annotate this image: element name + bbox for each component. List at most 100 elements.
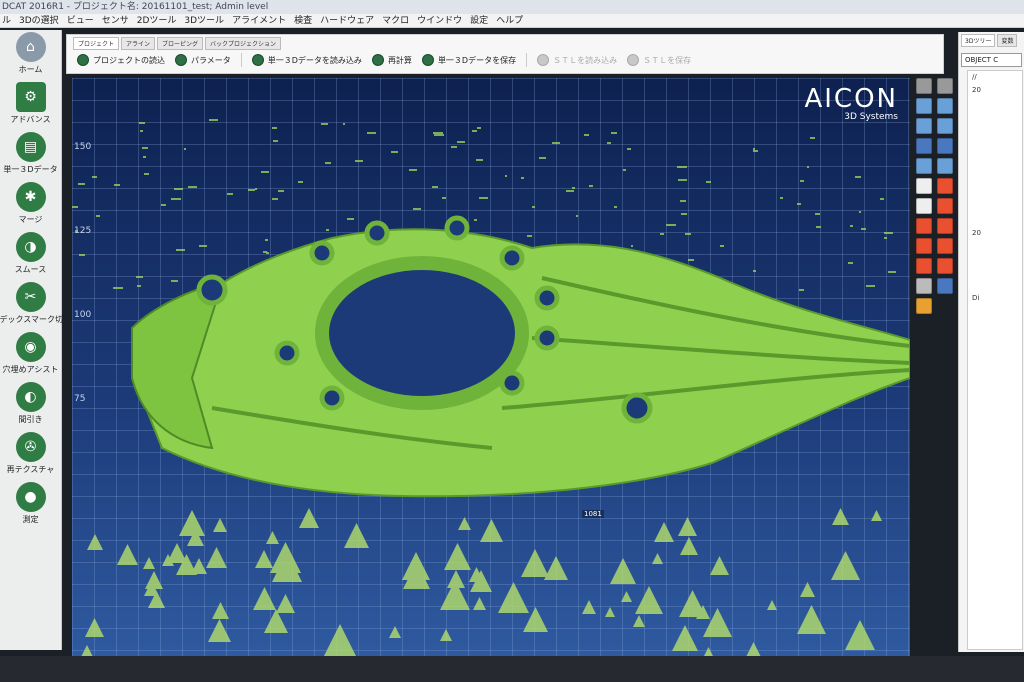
sidebar-item[interactable]: ● 測定 [0, 480, 61, 530]
sidebar-item[interactable]: ⚙ アドバンス [0, 80, 61, 130]
cube-top-icon[interactable] [916, 118, 932, 134]
right-panel-tab[interactable]: 3Dツリー [961, 34, 996, 47]
sidebar-item[interactable]: ✇ 再テクスチャ [0, 430, 61, 480]
object-search-field[interactable]: OBJECT C [961, 53, 1022, 67]
grid-icon[interactable] [937, 278, 953, 294]
toolbar-button[interactable]: プロジェクトの読込 [77, 54, 165, 66]
shade-icon[interactable] [916, 158, 932, 174]
scan-point [539, 157, 546, 159]
remove-icon[interactable] [937, 218, 953, 234]
collapse-red-icon[interactable] [937, 238, 953, 254]
mesh-fragment [458, 517, 471, 530]
toolbar-button[interactable]: 単一３Dデータを保存 [421, 54, 516, 66]
scan-point [623, 169, 626, 171]
scan-point [614, 206, 617, 208]
ellipse-icon[interactable] [916, 258, 932, 274]
tree-node[interactable] [968, 201, 1022, 214]
select-tri-icon[interactable] [937, 198, 953, 214]
ribbon-tab[interactable]: プロジェクト [73, 37, 120, 50]
scan-point [680, 200, 686, 202]
select-fill-icon[interactable] [937, 178, 953, 194]
tree-node[interactable] [968, 123, 1022, 136]
scanned-part-mesh[interactable] [72, 78, 910, 656]
sidebar-item[interactable]: ✂ デックスマーク切 [0, 280, 62, 330]
toolbar-button-icon [627, 54, 640, 66]
tree-node[interactable] [968, 149, 1022, 162]
object-tree[interactable]: //20 20 Di [967, 70, 1023, 650]
ribbon-tab[interactable]: ブローピング [157, 37, 204, 50]
add-icon[interactable] [916, 218, 932, 234]
menu-item[interactable]: 3Dツール [184, 14, 224, 27]
menu-item[interactable]: マクロ [382, 14, 409, 27]
axes-icon[interactable] [916, 298, 932, 314]
tree-node[interactable] [968, 214, 1022, 227]
menu-item[interactable]: 検査 [294, 14, 312, 27]
tree-node[interactable]: // [968, 71, 1022, 84]
cube-side-icon[interactable] [937, 98, 953, 114]
tree-node[interactable] [968, 240, 1022, 253]
scan-point [188, 186, 197, 188]
tree-node[interactable]: 20 [968, 227, 1022, 240]
toolbar-button[interactable]: 再計算 [371, 54, 412, 66]
tree-node[interactable] [968, 279, 1022, 292]
right-panel-tab[interactable]: 変数 [997, 34, 1018, 47]
menu-item[interactable]: ウインドウ [417, 14, 462, 27]
toolbar-button[interactable]: ＳＴＬを保存 [627, 54, 691, 66]
toolbar-button[interactable]: 単一３Dデータを読み込み [251, 54, 362, 66]
undo-icon[interactable] [916, 78, 932, 94]
menu-item[interactable]: センサ [102, 14, 129, 27]
scan-point [816, 226, 821, 228]
toolbar-button[interactable]: パラメータ [175, 54, 231, 66]
toolbar-button-label: 単一３Dデータを読み込み [267, 55, 362, 65]
menu-item[interactable]: 3Dの選択 [19, 14, 59, 27]
menu-item[interactable]: ヘルプ [496, 14, 523, 27]
tree-node[interactable] [968, 162, 1022, 175]
tree-node[interactable] [968, 188, 1022, 201]
scan-point [174, 188, 183, 190]
right-panel: 3Dツリー 変数 OBJECT C //20 20 Di [958, 32, 1024, 652]
menu-item[interactable]: ル [2, 14, 11, 27]
tree-node[interactable] [968, 97, 1022, 110]
toolbar-button[interactable]: ＳＴＬを読み込み [537, 54, 617, 66]
diamond-icon[interactable] [937, 258, 953, 274]
tree-node[interactable]: 20 [968, 84, 1022, 97]
menu-item[interactable]: 設定 [470, 14, 488, 27]
wire-icon[interactable] [937, 158, 953, 174]
settings-icon[interactable] [937, 78, 953, 94]
toolbar-button-label: ＳＴＬを読み込み [553, 55, 618, 65]
scan-point [391, 151, 398, 153]
scan-point [409, 169, 417, 171]
ribbon-tab[interactable]: アライン [121, 37, 156, 50]
sidebar-item[interactable]: ▤ 単一３Dデータ [0, 130, 61, 180]
sidebar-item[interactable]: ✱ マージ [0, 180, 61, 230]
scan-point [477, 127, 481, 129]
3d-viewport[interactable]: 150 125 100 75 AICON 3D Systems 1081 [72, 78, 910, 656]
menu-item[interactable]: ビュー [67, 14, 94, 27]
tree-node[interactable] [968, 253, 1022, 266]
menu-item[interactable]: ハードウェア [320, 14, 374, 27]
expand-red-icon[interactable] [916, 238, 932, 254]
sidebar-item[interactable]: ⌂ ホーム [0, 30, 61, 80]
menu-item[interactable]: アライメント [232, 14, 286, 27]
menu-item[interactable]: 2Dツール [137, 14, 177, 27]
sidebar-item[interactable]: ◉ 穴埋めアシスト [0, 330, 61, 380]
tree-node[interactable] [968, 110, 1022, 123]
scan-point [850, 225, 853, 227]
tree-node[interactable] [968, 136, 1022, 149]
pan-icon[interactable] [916, 138, 932, 154]
light-icon[interactable] [916, 278, 932, 294]
cube-front-icon[interactable] [916, 98, 932, 114]
ribbon-tab[interactable]: バックプロジェクション [205, 37, 282, 50]
tree-node[interactable]: Di [968, 292, 1022, 305]
cube-iso-icon[interactable] [937, 118, 953, 134]
tree-node[interactable] [968, 266, 1022, 279]
sidebar-item[interactable]: ◐ 間引き [0, 380, 61, 430]
select-box-icon[interactable] [916, 178, 932, 194]
mesh-fragment [299, 508, 319, 528]
sidebar-item[interactable]: ◑ スムース [0, 230, 61, 280]
tree-node[interactable] [968, 175, 1022, 188]
zoom-icon[interactable] [937, 138, 953, 154]
select-empty-icon[interactable] [916, 198, 932, 214]
mesh-fragment [871, 510, 882, 521]
mesh-fragment [255, 550, 273, 568]
